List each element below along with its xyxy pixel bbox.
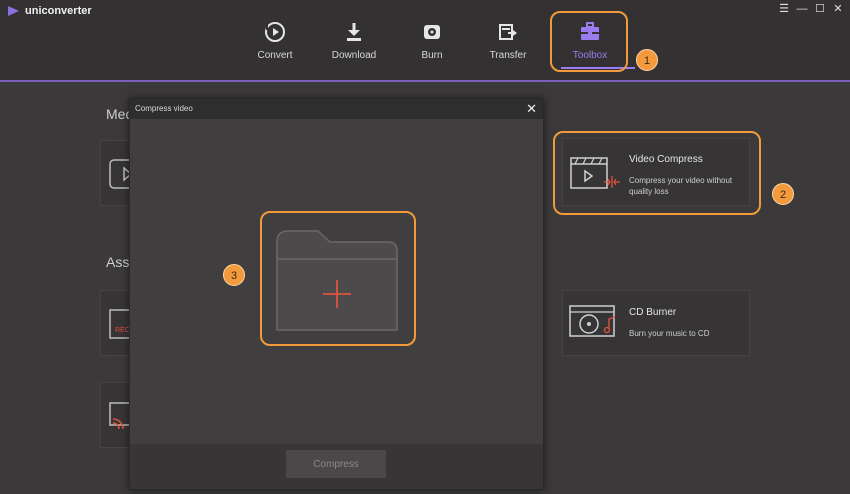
title-bar: uniconverter ☰ — ☐ ✕ Convert Download Bu… xyxy=(0,0,850,82)
add-folder-highlight xyxy=(260,211,416,346)
step-badge-2: 2 xyxy=(772,183,794,205)
convert-icon xyxy=(263,20,287,44)
dialog-footer: Compress xyxy=(130,444,543,489)
rec-label: REC xyxy=(115,327,130,334)
main-nav: Convert Download Burn Transfer Toolbox xyxy=(0,12,850,80)
dialog-title: Compress video xyxy=(135,104,193,113)
cd-burner-desc: Burn your music to CD xyxy=(629,329,710,338)
cd-burner-card[interactable]: CD Burner Burn your music to CD xyxy=(562,290,750,356)
video-compress-highlight xyxy=(553,131,761,215)
transfer-icon xyxy=(496,20,520,44)
step-badge-3: 3 xyxy=(223,264,245,286)
tab-burn[interactable]: Burn xyxy=(392,20,472,61)
cd-burner-title: CD Burner xyxy=(629,307,677,318)
burn-icon xyxy=(420,20,444,44)
tab-download[interactable]: Download xyxy=(314,20,394,61)
download-icon xyxy=(342,20,366,44)
tab-transfer-label: Transfer xyxy=(489,50,527,61)
tab-convert-label: Convert xyxy=(257,50,293,61)
dialog-close-button[interactable]: ✕ xyxy=(526,101,537,117)
app-window: uniconverter ☰ — ☐ ✕ Convert Download Bu… xyxy=(0,0,850,494)
tab-transfer[interactable]: Transfer xyxy=(468,20,548,61)
step-badge-1: 1 xyxy=(636,49,658,71)
tab-download-label: Download xyxy=(331,50,377,61)
toolbox-highlight xyxy=(550,11,628,72)
dialog-header: Compress video ✕ xyxy=(130,99,543,119)
tab-convert[interactable]: Convert xyxy=(235,20,315,61)
compress-button[interactable]: Compress xyxy=(286,450,386,478)
cd-burner-icon xyxy=(569,305,616,337)
tab-burn-label: Burn xyxy=(421,50,443,61)
section-assistant-title: Ass xyxy=(106,254,130,270)
